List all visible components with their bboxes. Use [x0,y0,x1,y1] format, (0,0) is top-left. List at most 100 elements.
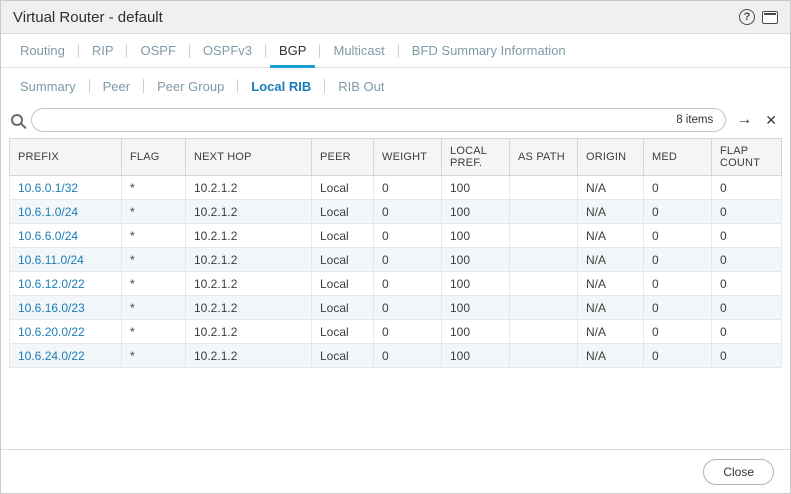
cell-local-pref: 100 [442,296,510,320]
column-header-flap-count[interactable]: FLAP COUNT [712,139,782,176]
tab-multicast[interactable]: Multicast [320,34,397,67]
cell-flag: * [122,344,186,368]
tab-summary[interactable]: Summary [7,70,89,102]
cell-weight: 0 [374,272,442,296]
cell-as-path [510,224,578,248]
cell-med: 0 [644,272,712,296]
cell-prefix[interactable]: 10.6.16.0/23 [10,296,122,320]
cell-prefix[interactable]: 10.6.12.0/22 [10,272,122,296]
cell-prefix[interactable]: 10.6.0.1/32 [10,176,122,200]
cell-prefix[interactable]: 10.6.24.0/22 [10,344,122,368]
cell-med: 0 [644,296,712,320]
cell-weight: 0 [374,344,442,368]
table-row[interactable]: 10.6.1.0/24*10.2.1.2Local0100N/A00 [10,200,782,224]
cell-as-path [510,296,578,320]
cell-flap-count: 0 [712,272,782,296]
cell-peer: Local [312,272,374,296]
search-icon [11,114,23,126]
tab-bgp[interactable]: BGP [266,34,319,67]
cell-med: 0 [644,344,712,368]
cell-weight: 0 [374,296,442,320]
cell-as-path [510,320,578,344]
cell-next-hop: 10.2.1.2 [186,248,312,272]
close-button[interactable]: Close [703,459,774,485]
column-header-next-hop[interactable]: NEXT HOP [186,139,312,176]
tab-rip[interactable]: RIP [79,34,127,67]
cell-local-pref: 100 [442,272,510,296]
cell-med: 0 [644,200,712,224]
help-icon[interactable]: ? [739,9,755,25]
clear-filter-icon[interactable]: ✕ [762,111,780,129]
cell-flap-count: 0 [712,200,782,224]
cell-weight: 0 [374,224,442,248]
column-header-flag[interactable]: FLAG [122,139,186,176]
table-row[interactable]: 10.6.6.0/24*10.2.1.2Local0100N/A00 [10,224,782,248]
table-header-row: PREFIXFLAGNEXT HOPPEERWEIGHTLOCAL PREF.A… [10,139,782,176]
virtual-router-dialog: Virtual Router - default ? RoutingRIPOSP… [0,0,791,494]
cell-flap-count: 0 [712,344,782,368]
column-header-prefix[interactable]: PREFIX [10,139,122,176]
cell-prefix[interactable]: 10.6.11.0/24 [10,248,122,272]
cell-peer: Local [312,200,374,224]
tab-rib-out[interactable]: RIB Out [325,70,397,102]
cell-local-pref: 100 [442,200,510,224]
apply-filter-icon[interactable]: → [733,110,755,130]
cell-local-pref: 100 [442,344,510,368]
cell-flag: * [122,224,186,248]
tab-routing[interactable]: Routing [7,34,78,67]
table-row[interactable]: 10.6.0.1/32*10.2.1.2Local0100N/A00 [10,176,782,200]
cell-weight: 0 [374,200,442,224]
cell-prefix[interactable]: 10.6.6.0/24 [10,224,122,248]
search-input[interactable] [44,113,668,127]
tab-ospfv3[interactable]: OSPFv3 [190,34,265,67]
cell-peer: Local [312,296,374,320]
cell-peer: Local [312,344,374,368]
tab-local-rib[interactable]: Local RIB [238,70,324,102]
tab-bfd-summary-information[interactable]: BFD Summary Information [399,34,579,67]
table-body: 10.6.0.1/32*10.2.1.2Local0100N/A0010.6.1… [10,176,782,368]
column-header-peer[interactable]: PEER [312,139,374,176]
tab-peer[interactable]: Peer [90,70,143,102]
column-header-as-path[interactable]: AS PATH [510,139,578,176]
tab-ospf[interactable]: OSPF [127,34,188,67]
table-row[interactable]: 10.6.11.0/24*10.2.1.2Local0100N/A00 [10,248,782,272]
sub-tabs: SummaryPeerPeer GroupLocal RIBRIB Out [1,70,790,102]
cell-flag: * [122,248,186,272]
cell-origin: N/A [578,296,644,320]
column-header-origin[interactable]: ORIGIN [578,139,644,176]
column-header-local-pref[interactable]: LOCAL PREF. [442,139,510,176]
table-row[interactable]: 10.6.20.0/22*10.2.1.2Local0100N/A00 [10,320,782,344]
cell-next-hop: 10.2.1.2 [186,272,312,296]
cell-weight: 0 [374,176,442,200]
table-row[interactable]: 10.6.12.0/22*10.2.1.2Local0100N/A00 [10,272,782,296]
local-rib-table-container: PREFIXFLAGNEXT HOPPEERWEIGHTLOCAL PREF.A… [1,138,790,368]
cell-origin: N/A [578,272,644,296]
column-header-weight[interactable]: WEIGHT [374,139,442,176]
cell-origin: N/A [578,248,644,272]
tab-peer-group[interactable]: Peer Group [144,70,237,102]
cell-flag: * [122,176,186,200]
search-field[interactable]: 8 items [31,108,726,132]
table-row[interactable]: 10.6.24.0/22*10.2.1.2Local0100N/A00 [10,344,782,368]
column-header-med[interactable]: MED [644,139,712,176]
cell-flap-count: 0 [712,176,782,200]
cell-origin: N/A [578,224,644,248]
cell-as-path [510,248,578,272]
window-icon[interactable] [762,11,778,24]
cell-peer: Local [312,176,374,200]
dialog-title: Virtual Router - default [13,9,163,26]
cell-origin: N/A [578,344,644,368]
cell-peer: Local [312,224,374,248]
cell-prefix[interactable]: 10.6.1.0/24 [10,200,122,224]
cell-next-hop: 10.2.1.2 [186,320,312,344]
main-tabs: RoutingRIPOSPFOSPFv3BGPMulticastBFD Summ… [1,34,790,68]
table-row[interactable]: 10.6.16.0/23*10.2.1.2Local0100N/A00 [10,296,782,320]
cell-prefix[interactable]: 10.6.20.0/22 [10,320,122,344]
cell-as-path [510,200,578,224]
dialog-titlebar: Virtual Router - default ? [1,1,790,34]
dialog-footer: Close [1,449,790,493]
cell-origin: N/A [578,320,644,344]
cell-flag: * [122,296,186,320]
local-rib-table: PREFIXFLAGNEXT HOPPEERWEIGHTLOCAL PREF.A… [9,138,782,368]
cell-local-pref: 100 [442,248,510,272]
